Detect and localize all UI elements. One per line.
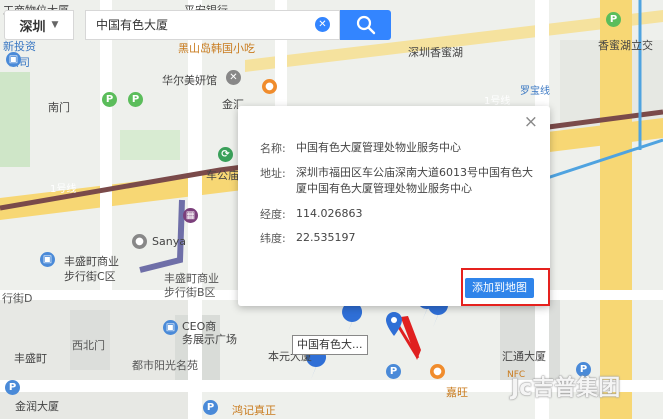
map-label: 都市阳光名苑 [132, 359, 198, 372]
food-poi-icon[interactable]: ● [262, 79, 277, 94]
map-label: 华尔美妍馆 [162, 74, 217, 87]
map-label: 新投资 [3, 40, 36, 53]
latitude-value: 22.535197 [296, 231, 356, 244]
search-icon [356, 15, 375, 35]
metro-station-icon[interactable]: ⟳ [218, 147, 233, 162]
info-row-longitude: 经度: 114.026863 [260, 206, 538, 222]
info-row-name: 名称: 中国有色大厦管理处物业服务中心 [260, 140, 538, 156]
map-label: 香蜜湖立交 [598, 39, 653, 52]
address-key: 地址: [260, 167, 286, 180]
info-row-latitude: 纬度: 22.535197 [260, 230, 538, 246]
building-poi-icon[interactable]: ▣ [6, 52, 21, 67]
map-label: 嘉旺 [446, 386, 468, 399]
park-poi-icon[interactable]: P [606, 12, 621, 27]
name-key: 名称: [260, 142, 286, 155]
map-label: 行街D [2, 292, 33, 305]
metro-label: 1号线 [484, 96, 511, 107]
map-label: 车公庙 [206, 169, 239, 182]
food-poi-icon[interactable]: ● [430, 364, 445, 379]
search-input[interactable]: 中国有色大厦 [85, 10, 340, 40]
parking-icon[interactable]: P [5, 380, 20, 395]
info-row-address: 地址: 深圳市福田区车公庙深南大道6013号中国有色大厦中国有色大厦管理处物业服… [260, 165, 538, 197]
chevron-down-icon: ▼ [51, 20, 59, 30]
metro-label: 罗宝线 [520, 86, 550, 97]
close-icon[interactable]: × [524, 114, 538, 131]
shop-poi-icon[interactable]: ▣ [40, 252, 55, 267]
longitude-value: 114.026863 [296, 207, 363, 220]
map-label: 深圳香蜜湖 [408, 46, 463, 59]
add-to-map-button[interactable]: 添加到地图 [465, 278, 534, 298]
selected-marker-pin-icon[interactable] [386, 312, 402, 336]
map-label: 步行街B区 [164, 286, 216, 299]
map-label: 西北门 [72, 339, 105, 352]
map-label: 步行街C区 [64, 270, 116, 283]
map-label: 务展示广场 [182, 333, 237, 346]
map-label: 金润大厦 [15, 400, 59, 413]
address-value: 深圳市福田区车公庙深南大道6013号中国有色大厦中国有色大厦管理处物业服务中心 [296, 166, 533, 195]
map-label: 丰盛町 [14, 352, 47, 365]
map-label: Sanya [152, 235, 186, 248]
shop-poi-icon[interactable]: ✕ [226, 70, 241, 85]
park-poi-icon[interactable]: P [128, 92, 143, 107]
map-label: 丰盛町商业 [64, 255, 119, 268]
map-label: 南门 [48, 101, 70, 114]
search-button[interactable] [340, 10, 391, 40]
metro-label: 1号线 [50, 184, 77, 195]
latitude-key: 纬度: [260, 232, 286, 245]
parking-icon[interactable]: P [386, 364, 401, 379]
map-label: 黑山岛韩国小吃 [178, 42, 255, 55]
name-value: 中国有色大厦管理处物业服务中心 [296, 141, 461, 154]
building-poi-icon[interactable]: ▣ [163, 320, 178, 335]
cafe-poi-icon[interactable]: ● [132, 234, 147, 249]
marker-label-tag[interactable]: 中国有色大... [292, 335, 368, 355]
city-label: 深圳 [19, 19, 46, 35]
watermark: Jc吉普集团 [511, 376, 621, 401]
map-label: 鸿记真正 [232, 404, 276, 417]
map-label: 汇通大厦 [502, 350, 546, 363]
bus-icon[interactable]: ▦ [183, 208, 198, 223]
park-poi-icon[interactable]: P [102, 92, 117, 107]
longitude-key: 经度: [260, 208, 286, 221]
parking-icon[interactable]: P [203, 400, 218, 415]
clear-icon[interactable]: ✕ [315, 17, 330, 32]
city-selector-button[interactable]: 深圳 ▼ [4, 10, 74, 40]
